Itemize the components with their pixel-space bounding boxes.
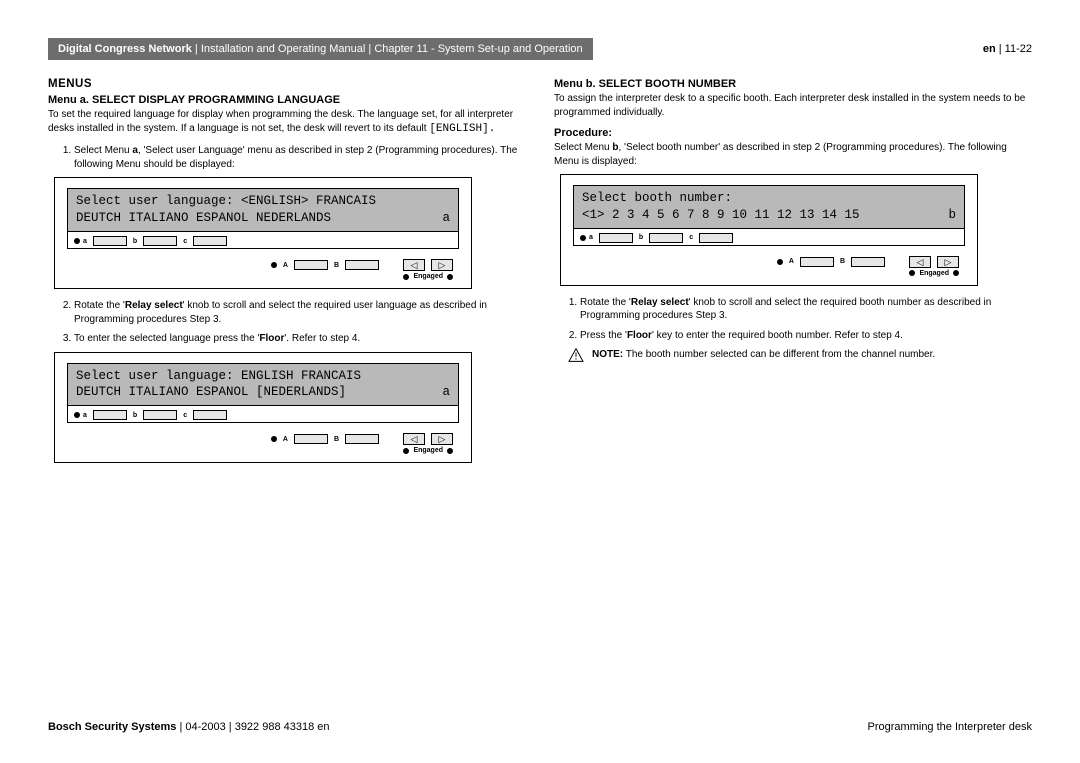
menu-a-steps: Select Menu a, 'Select user Language' me… xyxy=(74,144,526,171)
menu-b-steps: Rotate the 'Relay select' knob to scroll… xyxy=(580,296,1032,343)
softkey-B[interactable] xyxy=(851,257,885,267)
chapter-title: Chapter 11 - System Set-up and Operation xyxy=(374,43,582,55)
indicator-dot xyxy=(271,436,277,442)
left-column: MENUS Menu a. SELECT DISPLAY PROGRAMMING… xyxy=(48,78,526,473)
header-breadcrumb: Digital Congress Network | Installation … xyxy=(48,38,593,60)
menu-b-title: Menu b. SELECT BOOTH NUMBER xyxy=(554,78,1032,90)
right-column: Menu b. SELECT BOOTH NUMBER To assign th… xyxy=(554,78,1032,473)
content-columns: MENUS Menu a. SELECT DISPLAY PROGRAMMING… xyxy=(48,78,1032,473)
footer-left: Bosch Security Systems | 04-2003 | 3922 … xyxy=(48,721,330,733)
softkey-row-top: a b c xyxy=(574,229,964,245)
product-name: Digital Congress Network xyxy=(58,43,192,55)
lcd-frame: Select user language: <ENGLISH> FRANCAIS… xyxy=(67,188,459,249)
softkey-A[interactable] xyxy=(800,257,834,267)
softkey-a[interactable] xyxy=(93,410,127,420)
nav-left-button[interactable]: ◁ xyxy=(403,259,425,271)
procedure-desc: Select Menu b, 'Select booth number' as … xyxy=(554,141,1032,168)
nav-left-button[interactable]: ◁ xyxy=(909,256,931,268)
lcd-line: Select user language: ENGLISH FRANCAIS xyxy=(76,368,450,385)
menu-b-desc: To assign the interpreter desk to a spec… xyxy=(554,92,1032,119)
note-row: NOTE: The booth number selected can be d… xyxy=(568,348,1032,362)
nav-right-button[interactable]: ▷ xyxy=(431,259,453,271)
softkey-a[interactable] xyxy=(599,233,633,243)
softkey-B[interactable] xyxy=(345,434,379,444)
softkey-b[interactable] xyxy=(143,236,177,246)
softkey-row-bottom: A B ◁ ▷ xyxy=(67,255,459,273)
softkey-row-bottom: A B ◁ ▷ xyxy=(67,429,459,447)
lcd-line: DEUTCH ITALIANO ESPANOL [NEDERLANDS] a xyxy=(76,384,450,401)
warning-icon xyxy=(568,348,584,362)
lcd-screen: Select booth number: <1> 2 3 4 5 6 7 8 9… xyxy=(574,186,964,229)
indicator-dot xyxy=(403,448,409,454)
menu-a-desc: To set the required language for display… xyxy=(48,108,526,136)
softkey-a[interactable] xyxy=(93,236,127,246)
lcd-line: Select booth number: xyxy=(582,190,956,207)
softkey-c[interactable] xyxy=(193,236,227,246)
procedure-heading: Procedure: xyxy=(554,127,1032,139)
nav-right-button[interactable]: ▷ xyxy=(431,433,453,445)
footer-right: Programming the Interpreter desk xyxy=(868,721,1032,733)
indicator-dot xyxy=(953,270,959,276)
lcd-screen: Select user language: <ENGLISH> FRANCAIS… xyxy=(68,189,458,232)
indicator-dot xyxy=(271,262,277,268)
softkey-A[interactable] xyxy=(294,260,328,270)
lcd-screen: Select user language: ENGLISH FRANCAIS D… xyxy=(68,364,458,407)
indicator-dot xyxy=(74,238,80,244)
nav-left-button[interactable]: ◁ xyxy=(403,433,425,445)
footer: Bosch Security Systems | 04-2003 | 3922 … xyxy=(48,721,1032,733)
device-panel-2: Select user language: ENGLISH FRANCAIS D… xyxy=(54,352,472,464)
step-item: Rotate the 'Relay select' knob to scroll… xyxy=(580,296,1032,323)
step-item: Rotate the 'Relay select' knob to scroll… xyxy=(74,299,526,326)
indicator-dot xyxy=(777,259,783,265)
softkey-row-top: a b c xyxy=(68,406,458,422)
lcd-line: <1> 2 3 4 5 6 7 8 9 10 11 12 13 14 15 b xyxy=(582,207,956,224)
indicator-dot xyxy=(909,270,915,276)
menu-a-title: Menu a. SELECT DISPLAY PROGRAMMING LANGU… xyxy=(48,94,526,106)
lcd-line: Select user language: <ENGLISH> FRANCAIS xyxy=(76,193,450,210)
step-item: Select Menu a, 'Select user Language' me… xyxy=(74,144,526,171)
softkey-c[interactable] xyxy=(193,410,227,420)
menus-heading: MENUS xyxy=(48,78,526,90)
softkey-row-top: a b c xyxy=(68,232,458,248)
doc-title: Installation and Operating Manual xyxy=(201,43,366,55)
lcd-frame: Select booth number: <1> 2 3 4 5 6 7 8 9… xyxy=(573,185,965,246)
engaged-indicator: Engaged xyxy=(573,270,965,279)
device-panel-1: Select user language: <ENGLISH> FRANCAIS… xyxy=(54,177,472,289)
indicator-dot xyxy=(447,448,453,454)
softkey-A[interactable] xyxy=(294,434,328,444)
softkey-c[interactable] xyxy=(699,233,733,243)
menu-a-steps-cont: Rotate the 'Relay select' knob to scroll… xyxy=(74,299,526,346)
softkey-b[interactable] xyxy=(649,233,683,243)
softkey-B[interactable] xyxy=(345,260,379,270)
header-bar: Digital Congress Network | Installation … xyxy=(48,38,1032,60)
engaged-indicator: Engaged xyxy=(67,273,459,282)
engaged-indicator: Engaged xyxy=(67,447,459,456)
device-panel-3: Select booth number: <1> 2 3 4 5 6 7 8 9… xyxy=(560,174,978,286)
lcd-line: DEUTCH ITALIANO ESPANOL NEDERLANDS a xyxy=(76,210,450,227)
softkey-b[interactable] xyxy=(143,410,177,420)
step-item: To enter the selected language press the… xyxy=(74,332,526,346)
softkey-row-bottom: A B ◁ ▷ xyxy=(573,252,965,270)
indicator-dot xyxy=(447,274,453,280)
page-number: en | 11-22 xyxy=(983,43,1032,55)
indicator-dot xyxy=(74,412,80,418)
indicator-dot xyxy=(403,274,409,280)
page: Digital Congress Network | Installation … xyxy=(0,0,1080,473)
nav-right-button[interactable]: ▷ xyxy=(937,256,959,268)
lcd-frame: Select user language: ENGLISH FRANCAIS D… xyxy=(67,363,459,424)
step-item: Press the 'Floor' key to enter the requi… xyxy=(580,329,1032,343)
indicator-dot xyxy=(580,235,586,241)
